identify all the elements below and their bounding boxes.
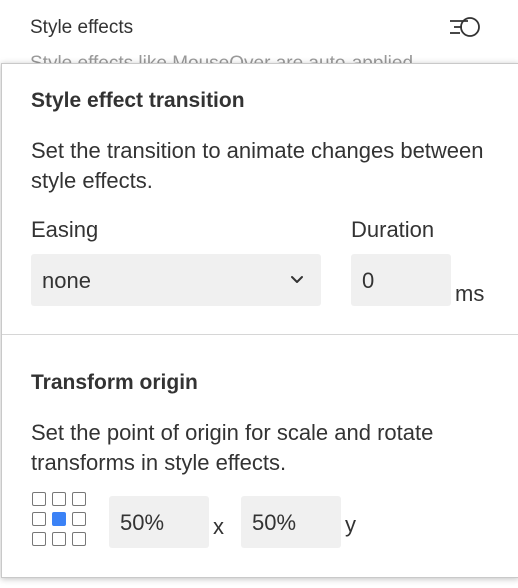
duration-value: 0 <box>362 268 375 293</box>
origin-y-value: 50% <box>252 510 297 535</box>
origin-top-left[interactable] <box>32 492 46 506</box>
transform-origin-description: Set the point of origin for scale and ro… <box>31 420 434 475</box>
origin-middle-left[interactable] <box>32 512 46 526</box>
origin-point-grid[interactable] <box>32 492 88 548</box>
origin-bottom-center[interactable] <box>52 532 66 546</box>
easing-label: Easing <box>31 217 99 242</box>
origin-x-label: x <box>213 514 224 539</box>
duration-input[interactable]: 0 <box>351 254 451 306</box>
transform-origin-title: Transform origin <box>31 371 198 394</box>
transition-title: Style effect transition <box>31 89 245 112</box>
origin-x-input[interactable]: 50% <box>109 496 209 548</box>
origin-bottom-right[interactable] <box>72 532 86 546</box>
duration-label: Duration <box>351 217 435 242</box>
style-effect-transition-popover: Style effect transition Set the transiti… <box>1 63 518 578</box>
origin-center[interactable] <box>52 512 66 526</box>
easing-select[interactable]: none <box>31 254 321 306</box>
style-effects-header: Style effects Style effects like MouseOv… <box>0 0 518 64</box>
section-divider <box>2 334 518 335</box>
transition-description: Set the transition to animate changes be… <box>31 138 484 193</box>
style-effects-title: Style effects <box>30 17 134 38</box>
duration-unit: ms <box>455 281 485 306</box>
easing-value: none <box>42 268 91 293</box>
origin-top-right[interactable] <box>72 492 86 506</box>
chevron-down-icon <box>291 276 303 283</box>
origin-y-input[interactable]: 50% <box>241 496 341 548</box>
origin-middle-right[interactable] <box>72 512 86 526</box>
style-effects-list-icon[interactable] <box>446 14 482 42</box>
origin-x-value: 50% <box>120 510 165 535</box>
origin-y-label: y <box>345 512 356 537</box>
origin-top-center[interactable] <box>52 492 66 506</box>
origin-bottom-left[interactable] <box>32 532 46 546</box>
